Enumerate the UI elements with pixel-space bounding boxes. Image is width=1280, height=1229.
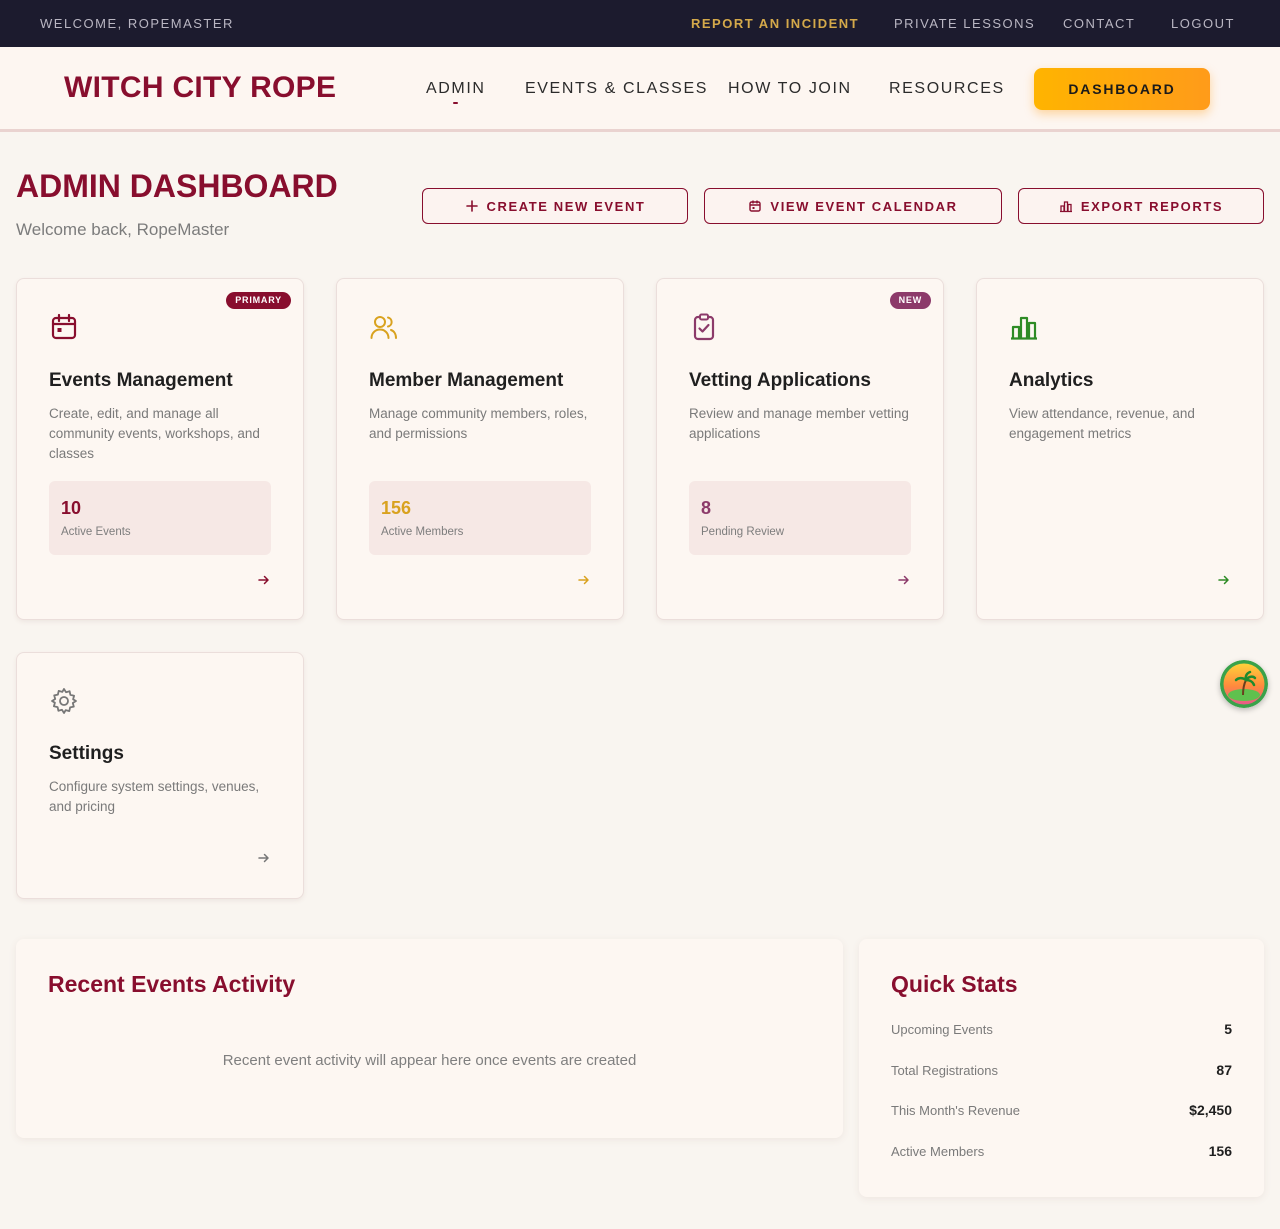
arrow-right-icon[interactable] xyxy=(897,573,911,587)
quick-stat-value: 5 xyxy=(1224,1021,1232,1037)
quick-stats-title: Quick Stats xyxy=(891,971,1018,997)
card-title: Events Management xyxy=(49,370,233,391)
card-stat: 8 Pending Review xyxy=(689,481,911,555)
card-member-management[interactable]: Member Management Manage community membe… xyxy=(336,278,624,620)
recent-events-empty-message: Recent event activity will appear here o… xyxy=(222,1052,637,1069)
stat-label: Pending Review xyxy=(701,526,785,538)
stat-value: 10 xyxy=(61,498,82,518)
brand-logo[interactable]: WITCH CITY ROPE xyxy=(64,71,336,105)
recent-events-panel: Recent Events Activity Recent event acti… xyxy=(16,939,843,1138)
card-description: Review and manage member vetting applica… xyxy=(689,406,909,441)
users-icon xyxy=(370,316,397,339)
quick-stat-label: This Month's Revenue xyxy=(891,1103,1020,1118)
card-description: Configure system settings, venues, and p… xyxy=(49,779,260,814)
bar-chart-icon xyxy=(1059,201,1072,213)
welcome-text: WELCOME, ROPEMASTER xyxy=(40,16,234,31)
create-event-button[interactable]: CREATE NEW EVENT xyxy=(422,188,688,224)
private-lessons-link[interactable]: PRIVATE LESSONS xyxy=(894,16,1035,31)
card-stat: 10 Active Events xyxy=(49,481,271,555)
card-events-management[interactable]: PRIMARY Events Management Create, edit, … xyxy=(16,278,304,620)
arrow-right-icon[interactable] xyxy=(257,573,271,587)
quick-stat-label: Total Registrations xyxy=(891,1063,998,1078)
nav-admin[interactable]: ADMIN xyxy=(426,80,486,98)
page-title: ADMIN DASHBOARD xyxy=(16,168,338,204)
nav-active-indicator xyxy=(453,102,458,104)
arrow-right-icon[interactable] xyxy=(577,573,591,587)
card-title: Vetting Applications xyxy=(689,370,871,391)
stat-label: Active Members xyxy=(381,526,464,538)
plus-icon xyxy=(465,200,478,212)
clipboard-check-icon xyxy=(693,313,715,341)
quick-stat-row: Active Members 156 xyxy=(891,1143,1232,1164)
floating-avatar-button[interactable] xyxy=(1220,660,1268,708)
dashboard-button[interactable]: DASHBOARD xyxy=(1034,68,1210,110)
page-subtitle: Welcome back, RopeMaster xyxy=(16,220,230,239)
stat-value: 8 xyxy=(701,498,712,518)
card-settings[interactable]: Settings Configure system settings, venu… xyxy=(16,652,304,899)
nav-how-to-join[interactable]: HOW TO JOIN xyxy=(728,80,852,98)
card-title: Analytics xyxy=(1009,370,1094,391)
logout-link[interactable]: LOGOUT xyxy=(1171,16,1235,31)
card-description: Manage community members, roles, and per… xyxy=(369,406,588,441)
view-calendar-label: VIEW EVENT CALENDAR xyxy=(770,201,958,211)
gear-icon xyxy=(51,688,77,714)
create-event-label: CREATE NEW EVENT xyxy=(486,201,646,211)
nav-resources[interactable]: RESOURCES xyxy=(889,80,1005,98)
card-title: Member Management xyxy=(369,370,564,391)
new-badge: NEW xyxy=(889,292,931,309)
export-reports-label: EXPORT REPORTS xyxy=(1080,201,1224,211)
utility-bar: WELCOME, ROPEMASTER REPORT AN INCIDENT P… xyxy=(0,0,1280,47)
stat-value: 156 xyxy=(381,498,412,518)
quick-stat-label: Upcoming Events xyxy=(891,1022,993,1037)
main-header: WITCH CITY ROPE ADMIN EVENTS & CLASSES H… xyxy=(0,47,1280,132)
arrow-right-icon[interactable] xyxy=(1217,573,1231,587)
quick-stat-row: Upcoming Events 5 xyxy=(891,1021,1232,1042)
export-reports-button[interactable]: EXPORT REPORTS xyxy=(1018,188,1264,224)
recent-events-title: Recent Events Activity xyxy=(48,971,296,997)
quick-stat-value: 156 xyxy=(1208,1143,1232,1159)
contact-link[interactable]: CONTACT xyxy=(1063,16,1135,31)
arrow-right-icon[interactable] xyxy=(257,851,271,865)
calendar-icon xyxy=(749,200,762,212)
card-vetting-applications[interactable]: NEW Vetting Applications Review and mana… xyxy=(656,278,944,620)
quick-stats-panel: Quick Stats Upcoming Events 5 Total Regi… xyxy=(859,939,1264,1197)
quick-stat-value: 87 xyxy=(1216,1062,1232,1078)
quick-stat-value: $2,450 xyxy=(1189,1102,1232,1118)
quick-stat-row: This Month's Revenue $2,450 xyxy=(891,1102,1232,1123)
card-description: View attendance, revenue, and engagement… xyxy=(1009,406,1195,441)
card-title: Settings xyxy=(49,743,124,764)
quick-stat-row: Total Registrations 87 xyxy=(891,1062,1232,1083)
calendar-icon xyxy=(51,313,77,340)
primary-badge: PRIMARY xyxy=(226,292,291,309)
palm-tree-island-icon xyxy=(1220,660,1268,708)
view-calendar-button[interactable]: VIEW EVENT CALENDAR xyxy=(704,188,1002,224)
nav-events-classes[interactable]: EVENTS & CLASSES xyxy=(525,80,708,98)
card-analytics[interactable]: Analytics View attendance, revenue, and … xyxy=(976,278,1264,620)
card-stat: 156 Active Members xyxy=(369,481,591,555)
stat-label: Active Events xyxy=(61,526,131,538)
bar-chart-icon xyxy=(1011,316,1037,340)
report-incident-link[interactable]: REPORT AN INCIDENT xyxy=(691,16,859,31)
quick-stat-label: Active Members xyxy=(891,1144,985,1159)
card-description: Create, edit, and manage all community e… xyxy=(49,406,260,461)
